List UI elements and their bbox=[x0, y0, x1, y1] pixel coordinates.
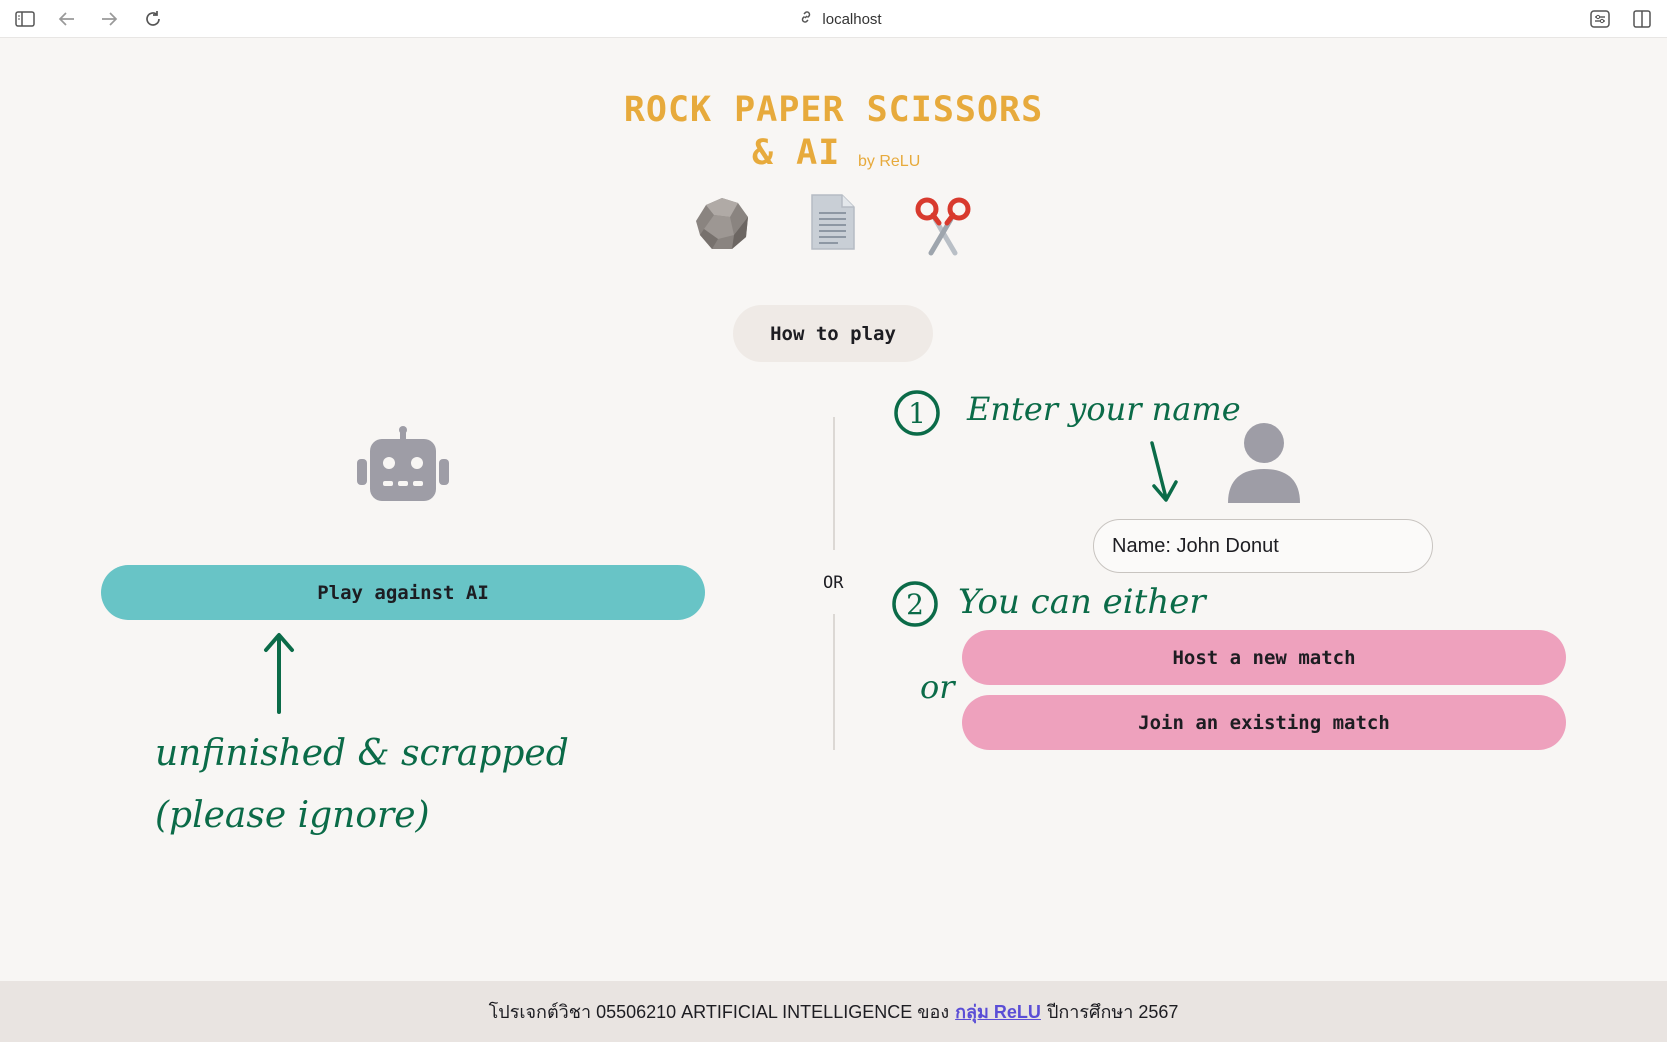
scissors-icon bbox=[915, 197, 971, 256]
join-existing-match-button[interactable]: Join an existing match bbox=[962, 695, 1566, 750]
annotation-please-ignore: (please ignore) bbox=[155, 795, 430, 836]
or-label: OR bbox=[823, 573, 844, 593]
annotation-arrow-up bbox=[264, 633, 294, 714]
forward-arrow-icon[interactable] bbox=[96, 6, 122, 32]
step-1-circle-icon: 1 bbox=[894, 390, 940, 436]
footer-prefix: โปรเจกต์วิชา 05506210 ARTIFICIAL INTELLI… bbox=[488, 1002, 950, 1022]
url-text: localhost bbox=[822, 10, 882, 28]
divider-top bbox=[833, 417, 835, 550]
how-to-play-button[interactable]: How to play bbox=[733, 305, 933, 362]
browser-toolbar: localhost bbox=[0, 0, 1667, 38]
step-2-circle-icon: 2 bbox=[892, 581, 938, 627]
rock-icon bbox=[696, 198, 748, 249]
annotation-arrow-down bbox=[1150, 441, 1178, 502]
reload-icon[interactable] bbox=[140, 6, 166, 32]
sidebar-toggle-icon[interactable] bbox=[12, 6, 38, 32]
divider-bottom bbox=[833, 614, 835, 750]
annotation-unfinished: unfinished & scrapped bbox=[155, 733, 569, 774]
annotation-you-can-either: You can either bbox=[958, 582, 1206, 622]
paper-icon bbox=[811, 194, 855, 250]
annotation-enter-name: Enter your name bbox=[967, 390, 1241, 428]
address-bar[interactable]: localhost bbox=[760, 6, 920, 32]
robot-icon bbox=[357, 426, 449, 501]
host-new-match-button[interactable]: Host a new match bbox=[962, 630, 1566, 685]
footer: โปรเจกต์วิชา 05506210 ARTIFICIAL INTELLI… bbox=[0, 981, 1667, 1042]
play-against-ai-button[interactable]: Play against AI bbox=[101, 565, 705, 620]
step-1-number: 1 bbox=[908, 397, 926, 430]
footer-group-link[interactable]: กลุ่ม ReLU bbox=[955, 997, 1041, 1026]
byline: by ReLU bbox=[858, 153, 921, 170]
page-title-line2: & AI bbox=[752, 133, 841, 173]
back-arrow-icon[interactable] bbox=[54, 6, 80, 32]
link-icon bbox=[798, 9, 814, 29]
user-avatar-icon bbox=[1228, 423, 1300, 503]
annotation-or: or bbox=[920, 668, 955, 706]
page-title-line1: ROCK PAPER SCISSORS bbox=[623, 90, 1044, 130]
name-input[interactable]: Name: John Donut bbox=[1093, 519, 1433, 573]
step-2-number: 2 bbox=[906, 588, 924, 621]
page-settings-icon[interactable] bbox=[1587, 6, 1613, 32]
split-view-icon[interactable] bbox=[1629, 6, 1655, 32]
footer-suffix: ปีการศึกษา 2567 bbox=[1046, 1002, 1179, 1022]
